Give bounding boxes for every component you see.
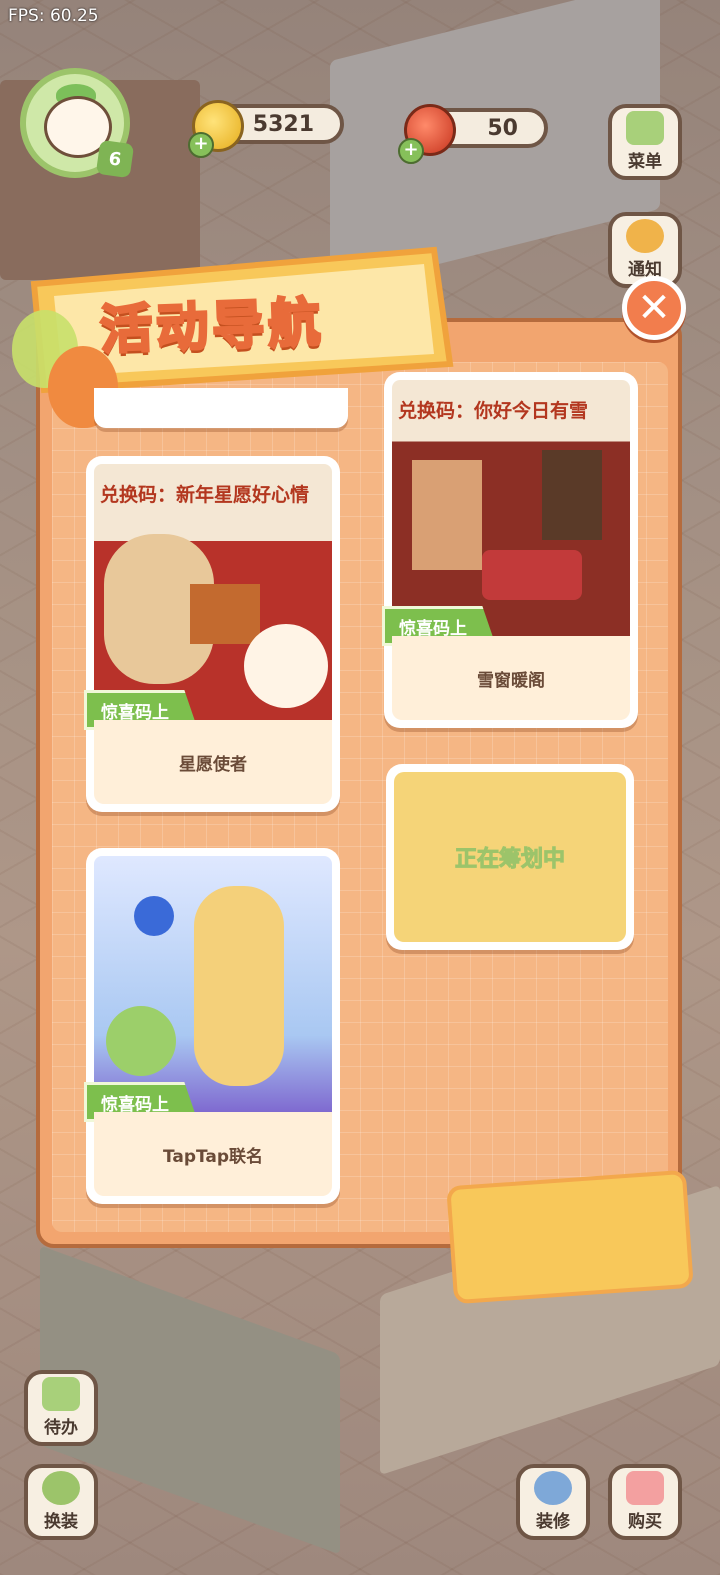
checklist-icon xyxy=(42,1377,80,1411)
coin-value: 5321 xyxy=(252,111,314,137)
close-button[interactable]: ✕ xyxy=(622,276,686,340)
card-partial[interactable] xyxy=(94,388,348,428)
sprout-icon xyxy=(42,1471,80,1505)
event-art xyxy=(94,856,332,1112)
event-name: 雪窗暖阁 xyxy=(392,636,630,720)
character-icon xyxy=(244,624,328,708)
panel-title: 活动导航 xyxy=(98,292,327,363)
fireplace-icon xyxy=(412,460,482,570)
bell-icon xyxy=(626,219,664,253)
event-art-title: 兑换码：新年星愿好心情 xyxy=(100,484,310,506)
level-badge: 6 xyxy=(95,139,135,179)
event-art: 兑换码：新年星愿好心情 xyxy=(94,464,332,720)
decoration-ribbon xyxy=(446,1169,694,1305)
dress-label: 换装 xyxy=(44,1512,78,1532)
shop-button[interactable]: 购买 xyxy=(608,1464,682,1540)
event-card-snow-window[interactable]: 兑换码：你好今日有雪 惊喜码上 雪窗暖阁 xyxy=(382,372,638,728)
gift-box-icon xyxy=(190,584,260,644)
event-art: 兑换码：你好今日有雪 xyxy=(392,380,630,636)
event-card-taptap[interactable]: 惊喜码上 TapTap联名 xyxy=(84,848,340,1204)
menu-icon xyxy=(626,111,664,145)
dress-button[interactable]: 换装 xyxy=(24,1464,98,1540)
event-art-title: 兑换码：你好今日有雪 xyxy=(398,400,589,422)
blue-spirit-icon xyxy=(134,896,174,936)
add-cherries-button[interactable]: + xyxy=(398,138,424,164)
sofa-icon xyxy=(482,550,582,600)
bookshelf-icon xyxy=(542,450,602,540)
character-icon xyxy=(194,886,284,1086)
coming-soon-label: 正在筹划中 xyxy=(394,772,626,942)
decorate-button[interactable]: 装修 xyxy=(516,1464,590,1540)
shop-label: 购买 xyxy=(628,1512,662,1532)
fps-counter: FPS: 60.25 xyxy=(8,6,99,26)
menu-label: 菜单 xyxy=(628,152,662,172)
todo-button[interactable]: 待办 xyxy=(24,1370,98,1446)
menu-button[interactable]: 菜单 xyxy=(608,104,682,180)
cherry-value: 50 xyxy=(487,115,518,141)
todo-label: 待办 xyxy=(44,1418,78,1438)
coming-soon-card: 正在筹划中 xyxy=(386,764,634,950)
shopping-bag-icon xyxy=(626,1471,664,1505)
decorate-label: 装修 xyxy=(536,1512,570,1532)
event-card-star-wish[interactable]: 兑换码：新年星愿好心情 惊喜码上 星愿使者 xyxy=(84,456,340,812)
add-coins-button[interactable]: + xyxy=(188,132,214,158)
sprout-mascot-icon xyxy=(106,1006,176,1076)
worker-icon xyxy=(534,1471,572,1505)
event-name: 星愿使者 xyxy=(94,720,332,804)
event-name: TapTap联名 xyxy=(94,1112,332,1196)
